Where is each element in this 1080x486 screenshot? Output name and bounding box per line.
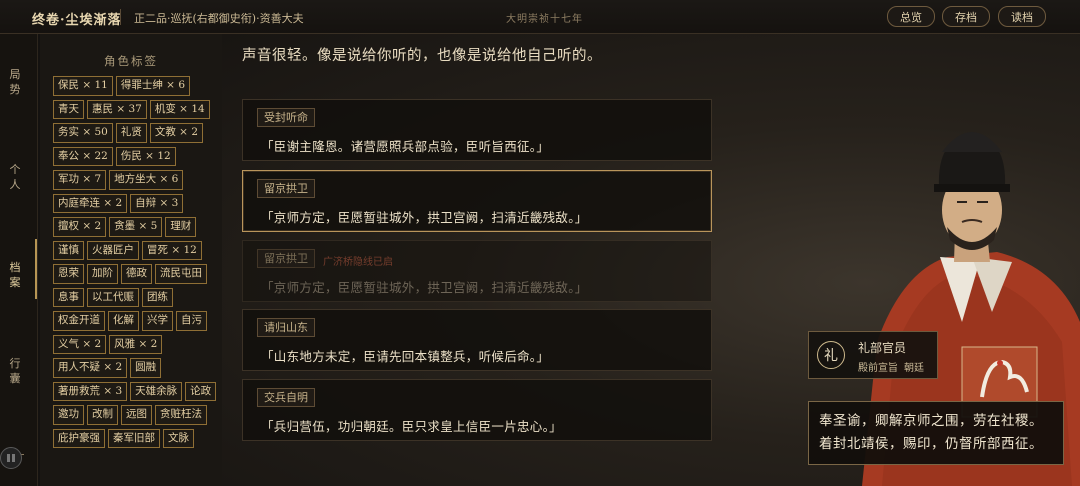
tag-list: 保民 × 11 得罪士绅 × 6 青天 惠民 × 37 机变 × 14 务实 × 50 礼贤… xyxy=(53,76,218,448)
npc-card: 礼 礼部官员 殿前宣旨 朝廷 xyxy=(808,331,938,379)
choice-text: 「京师方定，臣愿暂驻城外，拱卫宫阙，扫清近畿残敌。」 xyxy=(261,210,588,225)
official-rank: 正二品·巡抚(右都御史衔)·资善大夫 xyxy=(134,12,304,25)
character-tag[interactable]: 军功 × 7 xyxy=(53,170,107,190)
chapter-title: 终卷·尘埃渐落 xyxy=(32,13,122,28)
character-tag[interactable]: 论政 xyxy=(185,381,217,401)
character-tag[interactable]: 自辩 × 3 xyxy=(130,193,184,213)
character-tag[interactable]: 圆融 xyxy=(130,358,162,378)
nav-item-label: 个人 xyxy=(9,163,21,191)
choice-option[interactable]: 受封听命 「臣谢主隆恩。诸营愿照兵部点验，臣听旨西征。」 xyxy=(242,99,712,161)
nav-item-label: 档案 xyxy=(9,261,21,289)
npc-name: 礼部官员 xyxy=(858,341,907,355)
character-tag[interactable]: 文教 × 2 xyxy=(149,123,203,143)
character-tag[interactable]: 务实 × 50 xyxy=(53,123,113,143)
character-tag[interactable]: 化解 xyxy=(108,311,139,331)
nav-item-label: 行囊 xyxy=(9,357,21,385)
character-tag[interactable]: 擅权 × 2 xyxy=(53,217,107,237)
character-tag[interactable]: 惠民 × 37 xyxy=(87,99,147,119)
top-bar: 终卷·尘埃渐落 正二品·巡抚(右都御史衔)·资善大夫 大明崇祯十七年 总览 存档… xyxy=(0,0,1080,34)
character-tag[interactable]: 得罪士绅 × 6 xyxy=(115,76,190,96)
pause-icon[interactable] xyxy=(0,447,22,469)
choice-option[interactable]: 请归山东 「山东地方未定，臣请先回本镇整兵，听候后命。」 xyxy=(242,309,712,371)
side-nav: 局势 个人 档案 行囊 xyxy=(0,34,38,486)
character-tag[interactable]: 团练 xyxy=(142,287,173,307)
npc-affiliation: 朝廷 xyxy=(904,363,924,374)
nav-item-situation[interactable]: 局势 xyxy=(0,67,30,97)
character-tag[interactable]: 邀功 xyxy=(53,405,84,425)
npc-post: 殿前宣旨 xyxy=(858,363,898,374)
story-area: 声音很轻。像是说给你听的，也像是说给他自己听的。 受封听命 「臣谢主隆恩。诸营愿… xyxy=(222,34,1080,486)
character-tag[interactable]: 奉公 × 22 xyxy=(53,146,113,166)
character-tag[interactable]: 天雄余脉 xyxy=(130,381,183,401)
choice-option-selected[interactable]: 留京拱卫 「京师方定，臣愿暂驻城外，拱卫宫阙，扫清近畿残敌。」 xyxy=(242,170,712,232)
narration-text: 声音很轻。像是说给你听的，也像是说给他自己听的。 xyxy=(242,48,602,64)
character-tag[interactable]: 理财 xyxy=(165,217,197,237)
nav-item-personal[interactable]: 个人 xyxy=(0,162,30,192)
character-tag[interactable]: 加阶 xyxy=(87,264,118,284)
choice-text: 「兵归营伍，功归朝廷。臣只求皇上信臣一片忠心。」 xyxy=(261,419,562,434)
character-tag[interactable]: 伤民 × 12 xyxy=(115,146,176,166)
character-tag[interactable]: 贪赃枉法 xyxy=(155,405,207,425)
npc-seal-icon: 礼 xyxy=(817,341,845,369)
character-tag[interactable]: 流民屯田 xyxy=(155,264,207,284)
choice-lock-note: 广济桥隐线已启 xyxy=(323,257,393,268)
choice-text: 「山东地方未定，臣请先回本镇整兵，听候后命。」 xyxy=(261,349,550,364)
load-button[interactable]: 读档 xyxy=(998,6,1046,27)
character-tag[interactable]: 冒死 × 12 xyxy=(142,240,202,260)
character-tag[interactable]: 秦军旧部 xyxy=(108,428,160,448)
character-tag[interactable]: 著册救荒 × 3 xyxy=(53,381,128,401)
character-tag[interactable]: 恩荣 xyxy=(53,264,84,284)
choice-label: 请归山东 xyxy=(257,318,315,337)
character-tag[interactable]: 贪墨 × 5 xyxy=(109,217,163,237)
choice-text: 「京师方定，臣愿暂驻城外，拱卫宫阙，扫清近畿残敌。」 xyxy=(261,280,588,295)
character-tag[interactable]: 青天 xyxy=(53,99,84,119)
title-divider xyxy=(120,9,121,25)
character-tag[interactable]: 自污 xyxy=(176,311,207,331)
nav-item-label: 局势 xyxy=(9,68,21,96)
choice-text: 「臣谢主隆恩。诸营愿照兵部点验，臣听旨西征。」 xyxy=(261,139,550,154)
nav-active-indicator xyxy=(35,239,37,299)
character-tag[interactable]: 机变 × 14 xyxy=(149,99,210,119)
character-tag[interactable]: 德政 xyxy=(121,264,152,284)
choice-option[interactable]: 交兵自明 「兵归营伍，功归朝廷。臣只求皇上信臣一片忠心。」 xyxy=(242,379,712,441)
character-tag[interactable]: 以工代赈 xyxy=(87,287,139,307)
character-tag[interactable]: 保民 × 11 xyxy=(53,76,113,96)
choice-label: 受封听命 xyxy=(257,108,315,127)
character-tag[interactable]: 改制 xyxy=(87,405,118,425)
character-tag[interactable]: 兴学 xyxy=(142,311,173,331)
tag-panel-title: 角色标签 xyxy=(104,54,158,68)
character-tag[interactable]: 地方坐大 × 6 xyxy=(109,170,184,190)
nav-item-archive[interactable]: 档案 xyxy=(0,260,30,290)
character-tag[interactable]: 风雅 × 2 xyxy=(109,334,163,354)
character-tag[interactable]: 庇护豪强 xyxy=(53,428,105,448)
choice-label: 留京拱卫 xyxy=(257,249,315,268)
character-tag[interactable]: 谨慎 xyxy=(53,240,84,260)
character-tag[interactable]: 文脉 xyxy=(163,428,194,448)
choice-label: 交兵自明 xyxy=(257,388,315,407)
character-tag[interactable]: 远图 xyxy=(121,405,152,425)
npc-speech-box: 奉圣谕，卿解京师之围，劳在社稷。着封北靖侯，赐印，仍督所部西征。 xyxy=(808,401,1064,465)
character-tag[interactable]: 内庭牵连 × 2 xyxy=(53,193,128,213)
character-tag[interactable]: 权金开道 xyxy=(53,311,105,331)
character-tag[interactable]: 息事 xyxy=(53,287,84,307)
choice-option-locked: 留京拱卫 广济桥隐线已启 「京师方定，臣愿暂驻城外，拱卫宫阙，扫清近畿残敌。」 xyxy=(242,240,712,302)
character-tag[interactable]: 义气 × 2 xyxy=(53,334,107,354)
nav-item-inventory[interactable]: 行囊 xyxy=(0,356,30,386)
character-tag[interactable]: 礼贤 xyxy=(115,123,147,143)
era-label: 大明崇祯十七年 xyxy=(506,14,583,25)
character-tag[interactable]: 火器匠户 xyxy=(87,240,139,260)
choice-label: 留京拱卫 xyxy=(257,179,315,198)
tag-panel: 角色标签 保民 × 11 得罪士绅 × 6 青天 惠民 × 37 机变 × 14 务实 ×… xyxy=(40,34,222,486)
npc-speech-text: 奉圣谕，卿解京师之围，劳在社稷。着封北靖侯，赐印，仍督所部西征。 xyxy=(819,413,1043,452)
save-button[interactable]: 存档 xyxy=(942,6,990,27)
overview-button[interactable]: 总览 xyxy=(887,6,935,27)
character-tag[interactable]: 用人不疑 × 2 xyxy=(53,358,128,378)
